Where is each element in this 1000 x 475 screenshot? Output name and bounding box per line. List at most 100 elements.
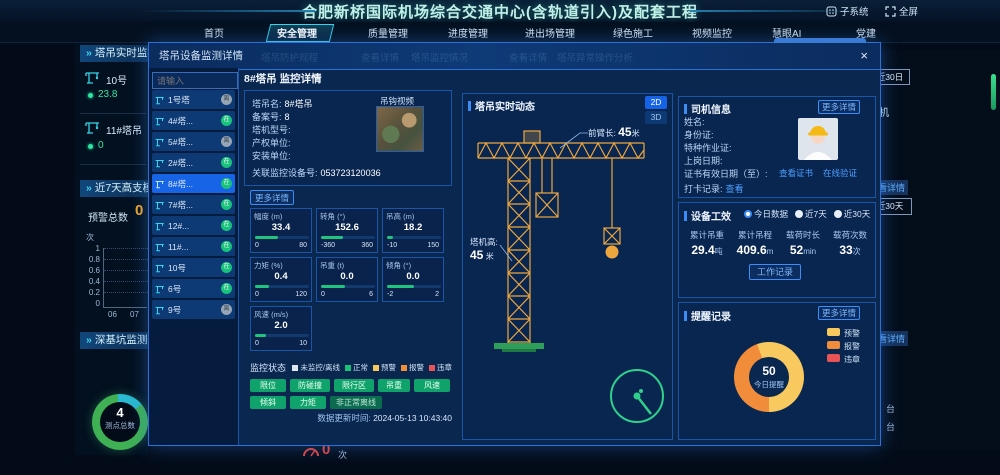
header-accent-bar — [684, 211, 687, 221]
crane-list-item[interactable]: 5#塔...离 — [152, 132, 235, 151]
search-input[interactable] — [152, 72, 238, 89]
ghost-text: 塔吊防护规程 — [261, 50, 318, 64]
crane-list-item[interactable]: 6号在 — [152, 279, 235, 298]
crane-icon — [155, 284, 165, 294]
status-chip-wind[interactable]: 风速 — [414, 379, 450, 392]
info-field: 关联监控设备号:053723120036 — [252, 166, 381, 179]
online-status-dot: 在 — [221, 157, 232, 168]
crane-icon — [155, 305, 165, 315]
status-chip-abnormal-offline[interactable]: 非正常离线 — [330, 396, 382, 409]
nav-item-green[interactable]: 绿色施工 — [613, 25, 653, 40]
status-chip-zone[interactable]: 限行区 — [334, 379, 374, 392]
gauge-rotation: 转角 (°)152.6-360360 — [316, 208, 378, 253]
y-axis — [103, 248, 104, 307]
right-panel-bg — [881, 50, 1000, 450]
status-chip-anticollision[interactable]: 防碰撞 — [290, 379, 330, 392]
efficiency-panel-header: 设备工效 — [684, 208, 731, 223]
nav-item-safety[interactable]: 安全管理 — [277, 25, 317, 40]
subsystem-button[interactable]: 子系统 — [826, 4, 869, 18]
legend-swatch-warning — [827, 328, 840, 336]
alert-more-button[interactable]: 更多详情 — [818, 306, 860, 320]
online-status-dot: 离 — [221, 94, 232, 105]
nav-item-progress[interactable]: 进度管理 — [448, 25, 488, 40]
crane-icon — [155, 95, 165, 105]
online-status-dot: 在 — [221, 262, 232, 273]
gridline — [104, 248, 148, 249]
legend-item: 未监控/离线 — [292, 362, 340, 373]
y-tick: 0.2 — [78, 288, 100, 297]
status-chip-tilt[interactable]: 倾斜 — [250, 396, 286, 409]
view-cert-link[interactable]: 查看证书 — [779, 167, 813, 179]
crane-icon — [155, 263, 165, 273]
status-chip-limit[interactable]: 限位 — [250, 379, 286, 392]
pit-total-label: 测点总数 — [92, 420, 148, 431]
online-status-dot: 在 — [221, 241, 232, 252]
hook-video-thumbnail[interactable] — [376, 106, 424, 152]
gauge-tilt: 倾角 (°)0.0-22 — [382, 257, 444, 302]
radio-7days[interactable]: 近7天 — [795, 208, 827, 220]
info-field: 安装单位: — [252, 149, 294, 162]
view-3d-button[interactable]: 3D — [645, 111, 667, 124]
close-icon[interactable]: × — [860, 43, 868, 69]
stat-label: 累计吊重 — [684, 229, 730, 241]
status-dot — [88, 144, 93, 149]
status-chip-moment[interactable]: 力矩 — [290, 396, 326, 409]
status-chip-load[interactable]: 吊重 — [378, 379, 410, 392]
scrollbar-thumb[interactable] — [991, 74, 996, 110]
crane-name: 11#塔吊 — [106, 122, 142, 137]
crane-list-item[interactable]: 7#塔...在 — [152, 195, 235, 214]
crane-list-item[interactable]: 11#...在 — [152, 237, 235, 256]
fullscreen-button[interactable]: 全屏 — [885, 4, 918, 18]
gauge-moment: 力矩 (%)0.40120 — [250, 257, 312, 302]
stat-label: 载荷时长 — [780, 229, 826, 241]
driver-avatar — [798, 118, 838, 160]
nav-item-quality[interactable]: 质量管理 — [368, 25, 408, 40]
more-detail-button[interactable]: 更多详情 — [250, 190, 294, 205]
nav-item-video[interactable]: 视频监控 — [692, 25, 732, 40]
record-view-link[interactable]: 查看 — [726, 184, 744, 194]
driver-field: 上岗日期: — [684, 154, 723, 167]
radio-30days[interactable]: 近30天 — [834, 208, 870, 220]
driver-field: 证书有效日期（至）: — [684, 167, 768, 180]
crane-icon — [85, 69, 101, 85]
crane-list-item[interactable]: 1号塔离 — [152, 90, 235, 109]
modal-title: 塔吊设备监测详情 — [159, 43, 243, 69]
legend-item: 正常 — [345, 362, 368, 373]
stat-label: 累计吊程 — [731, 229, 779, 241]
divider — [80, 113, 146, 114]
jib-length-annotation: 前臂长: 45米 — [588, 125, 640, 139]
gauge-hook-height: 吊高 (m)18.2-10150 — [382, 208, 444, 253]
crane-icon — [155, 158, 165, 168]
y-tick: 0.8 — [78, 255, 100, 264]
alert-center-label: 今日提醒 — [734, 379, 804, 390]
ghost-text: 塔吊监控情况 — [411, 50, 468, 64]
driver-field: 特种作业证: — [684, 141, 732, 154]
online-status-dot: 离 — [221, 304, 232, 315]
crane-list-item-selected[interactable]: 8#塔...在 — [152, 174, 235, 193]
driver-more-button[interactable]: 更多详情 — [818, 100, 860, 114]
live-panel-header: 塔吊实时动态 — [468, 98, 535, 113]
bottom-stat-unit: 次 — [338, 448, 347, 461]
legend-item: 违章 — [429, 362, 452, 373]
crane-list-item[interactable]: 4#塔...在 — [152, 111, 235, 130]
online-verify-link[interactable]: 在线验证 — [823, 167, 857, 179]
subsystem-grid-icon — [826, 6, 837, 17]
nav-item-access[interactable]: 进出场管理 — [525, 25, 575, 40]
work-record-button[interactable]: 工作记录 — [749, 264, 801, 280]
detail-title: 8#塔吊 监控详情 — [244, 71, 322, 86]
info-field: 塔吊名:8#塔吊 — [252, 97, 313, 110]
ghost-text: 查看详情 — [361, 50, 399, 64]
crane-list-item[interactable]: 10号在 — [152, 258, 235, 277]
crane-icon — [155, 200, 165, 210]
crane-icon — [155, 221, 165, 231]
efficiency-range-radios: 今日数据 近7天 近30天 — [744, 208, 874, 220]
crane-list-item[interactable]: 9号离 — [152, 300, 235, 319]
view-2d-button[interactable]: 2D — [645, 96, 667, 109]
x-axis — [103, 307, 147, 308]
crane-list-item[interactable]: 12#...在 — [152, 216, 235, 235]
nav-item-home[interactable]: 首页 — [204, 25, 224, 40]
radio-today[interactable]: 今日数据 — [744, 208, 788, 220]
crane-value: 0 — [98, 140, 104, 151]
crane-list-item[interactable]: 2#塔...在 — [152, 153, 235, 172]
gridline — [104, 292, 148, 293]
